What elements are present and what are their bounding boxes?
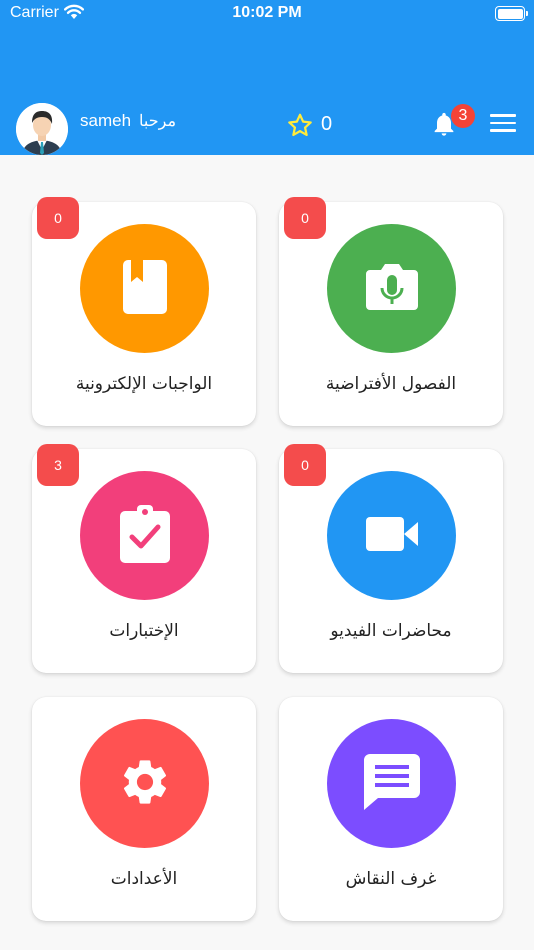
icon-circle — [327, 719, 456, 848]
book-icon — [122, 259, 167, 318]
card-badge: 3 — [37, 444, 79, 486]
card-label: الفصول الأفتراضية — [325, 374, 457, 394]
icon-circle — [327, 471, 456, 600]
status-bar: Carrier 10:02 PM — [0, 0, 534, 28]
status-time: 10:02 PM — [232, 4, 302, 21]
stars-count: 0 — [321, 113, 333, 135]
welcome-greeting: مرحبا — [139, 113, 177, 130]
card-badge: 0 — [284, 444, 326, 486]
hamburger-menu-icon[interactable] — [490, 114, 516, 134]
star-icon[interactable] — [286, 112, 314, 143]
card-label: الإختبارات — [109, 621, 179, 641]
card-settings[interactable]: الأعدادات — [32, 697, 256, 921]
chat-message-icon — [363, 753, 420, 814]
video-camera-icon — [365, 516, 418, 555]
battery-icon — [495, 6, 525, 21]
user-avatar[interactable] — [16, 103, 68, 155]
icon-circle — [80, 719, 209, 848]
card-exams[interactable]: 3 الإختبارات — [32, 444, 256, 673]
card-badge: 0 — [284, 197, 326, 239]
camera-mic-icon — [364, 262, 420, 316]
welcome-text: sameh مرحبا — [80, 111, 176, 131]
card-label: الأعدادات — [110, 869, 178, 889]
icon-circle — [327, 224, 456, 353]
card-label: الواجبات الإلكترونية — [75, 374, 213, 394]
icon-circle — [80, 471, 209, 600]
card-badge: 0 — [37, 197, 79, 239]
card-virtual-classes[interactable]: 0 الفصول الأفتراضية — [279, 197, 503, 426]
notifications-badge: 3 — [451, 104, 475, 128]
battery-tip — [526, 11, 528, 16]
card-label: غرف النقاش — [345, 869, 437, 889]
icon-circle — [80, 224, 209, 353]
gear-icon — [118, 755, 172, 813]
card-discussion-rooms[interactable]: غرف النقاش — [279, 697, 503, 921]
card-label: محاضرات الفيديو — [330, 621, 452, 641]
username: sameh — [80, 111, 132, 130]
card-e-homework[interactable]: 0 الواجبات الإلكترونية — [32, 197, 256, 426]
card-video-lectures[interactable]: 0 محاضرات الفيديو — [279, 444, 503, 673]
clipboard-check-icon — [119, 504, 170, 567]
